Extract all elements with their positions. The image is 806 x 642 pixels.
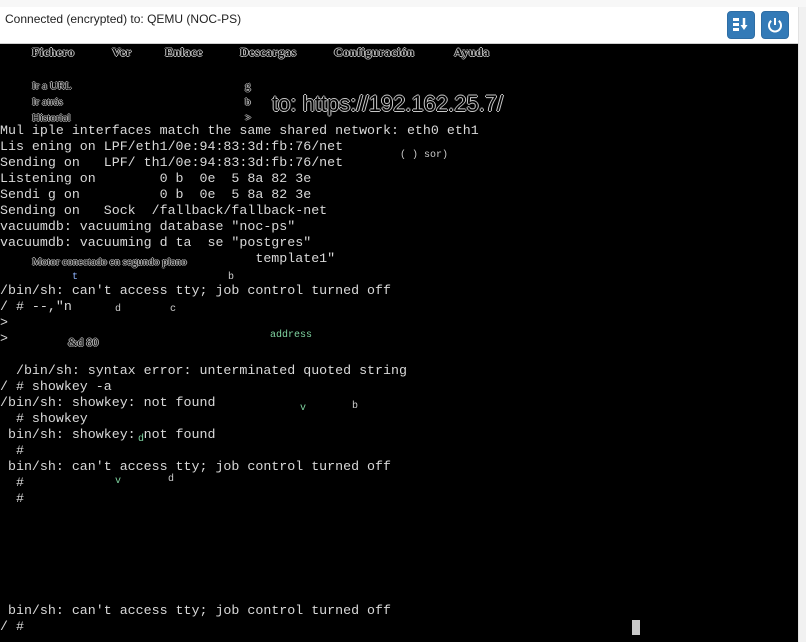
- terminal-line: #: [0, 491, 24, 506]
- vnc-status-bar: Connected (encrypted) to: QEMU (NOC-PS): [0, 7, 798, 44]
- terminal-line: #: [0, 443, 24, 458]
- terminal-line: # showkey: [0, 411, 88, 426]
- terminal-prompt: / #: [0, 619, 24, 634]
- terminal-line: / # showkey -a: [0, 379, 112, 394]
- ghost-menu-descargas: Descargas: [240, 45, 297, 59]
- terminal-line: Mul iple interfaces match the same share…: [0, 123, 479, 138]
- ghost-menu-ayuda: Ayuda: [454, 45, 490, 59]
- terminal-line: Sendi g on 0 b 0e 5 8a 82 3e: [0, 187, 312, 202]
- terminal-line: vacuumdb: vacuuming database "noc-ps": [0, 219, 296, 234]
- download-button[interactable]: [727, 11, 755, 39]
- ghost-motor-text: Motor conectado en segundo plano: [32, 256, 187, 268]
- terminal-line: #: [0, 475, 24, 490]
- power-icon: [768, 18, 782, 33]
- ghost-submenu-ir-url: Ir a URL: [32, 80, 72, 92]
- terminal-line: /bin/sh: syntax error: unterminated quot…: [0, 363, 407, 378]
- terminal-line: vacuumdb: vacuuming d ta se "postgres": [0, 235, 312, 250]
- terminal-line: Lis ening on LPF/eth1/0e:94:83:3d:fb:76/…: [0, 139, 344, 154]
- terminal-line: >: [0, 331, 8, 346]
- terminal-line: Sending on LPF/ th1/0e:94:83:3d:fb:76/ne…: [0, 155, 344, 170]
- connection-status-text: Connected (encrypted) to: QEMU (NOC-PS): [5, 12, 242, 26]
- terminal-line: >: [0, 315, 8, 330]
- terminal-line: /bin/sh: showkey: not found: [0, 395, 216, 410]
- artifact-speck: v: [300, 403, 307, 414]
- terminal-cursor: [632, 620, 640, 635]
- terminal-line: bin/sh: can't access tty; job control tu…: [0, 603, 391, 618]
- ghost-shortcut-g: g: [245, 80, 251, 92]
- ghost-address-text: address: [270, 330, 313, 341]
- terminal-line: Sending on Sock /fallback/fallback-net: [0, 203, 328, 218]
- artifact-speck: c: [170, 304, 177, 315]
- ghost-menu-enlace: Enlace: [165, 45, 203, 59]
- ghost-amount-text: &d 80: [68, 335, 99, 349]
- artifact-speck: t: [72, 272, 79, 283]
- ghost-shortcut-b: b: [245, 96, 251, 108]
- ghost-conn-text: ( ) sor): [400, 150, 449, 161]
- ghost-menu-configuracion: Configuración: [334, 45, 415, 59]
- ghost-url-text: to: https://192.162.25.7/: [272, 91, 504, 116]
- terminal-line: / # --,"n: [0, 299, 72, 314]
- artifact-speck: b: [228, 272, 235, 283]
- artifact-speck: d: [115, 304, 122, 315]
- artifact-speck: b: [352, 401, 359, 412]
- terminal-line: /bin/sh: can't access tty; job control t…: [0, 283, 391, 298]
- artifact-speck: v: [115, 476, 122, 487]
- terminal-line: bin/sh: showkey: not found: [0, 427, 216, 442]
- artifact-speck: d: [138, 434, 145, 445]
- terminal-screen[interactable]: Fichero Ver Enlace Descargas Configuraci…: [0, 44, 798, 642]
- power-button[interactable]: [761, 11, 789, 39]
- artifact-speck: d: [168, 474, 175, 485]
- ghost-menu-ver: Ver: [112, 45, 132, 59]
- ghost-submenu-ir-atras: Ir atrás: [32, 96, 63, 108]
- terminal-line: bin/sh: can't access tty; job control tu…: [0, 459, 391, 474]
- ghost-menu-fichero: Fichero: [32, 45, 75, 59]
- download-icon: [733, 18, 748, 31]
- terminal-line: Listening on 0 b 0e 5 8a 82 3e: [0, 171, 312, 186]
- page-scrollbar[interactable]: [798, 7, 806, 642]
